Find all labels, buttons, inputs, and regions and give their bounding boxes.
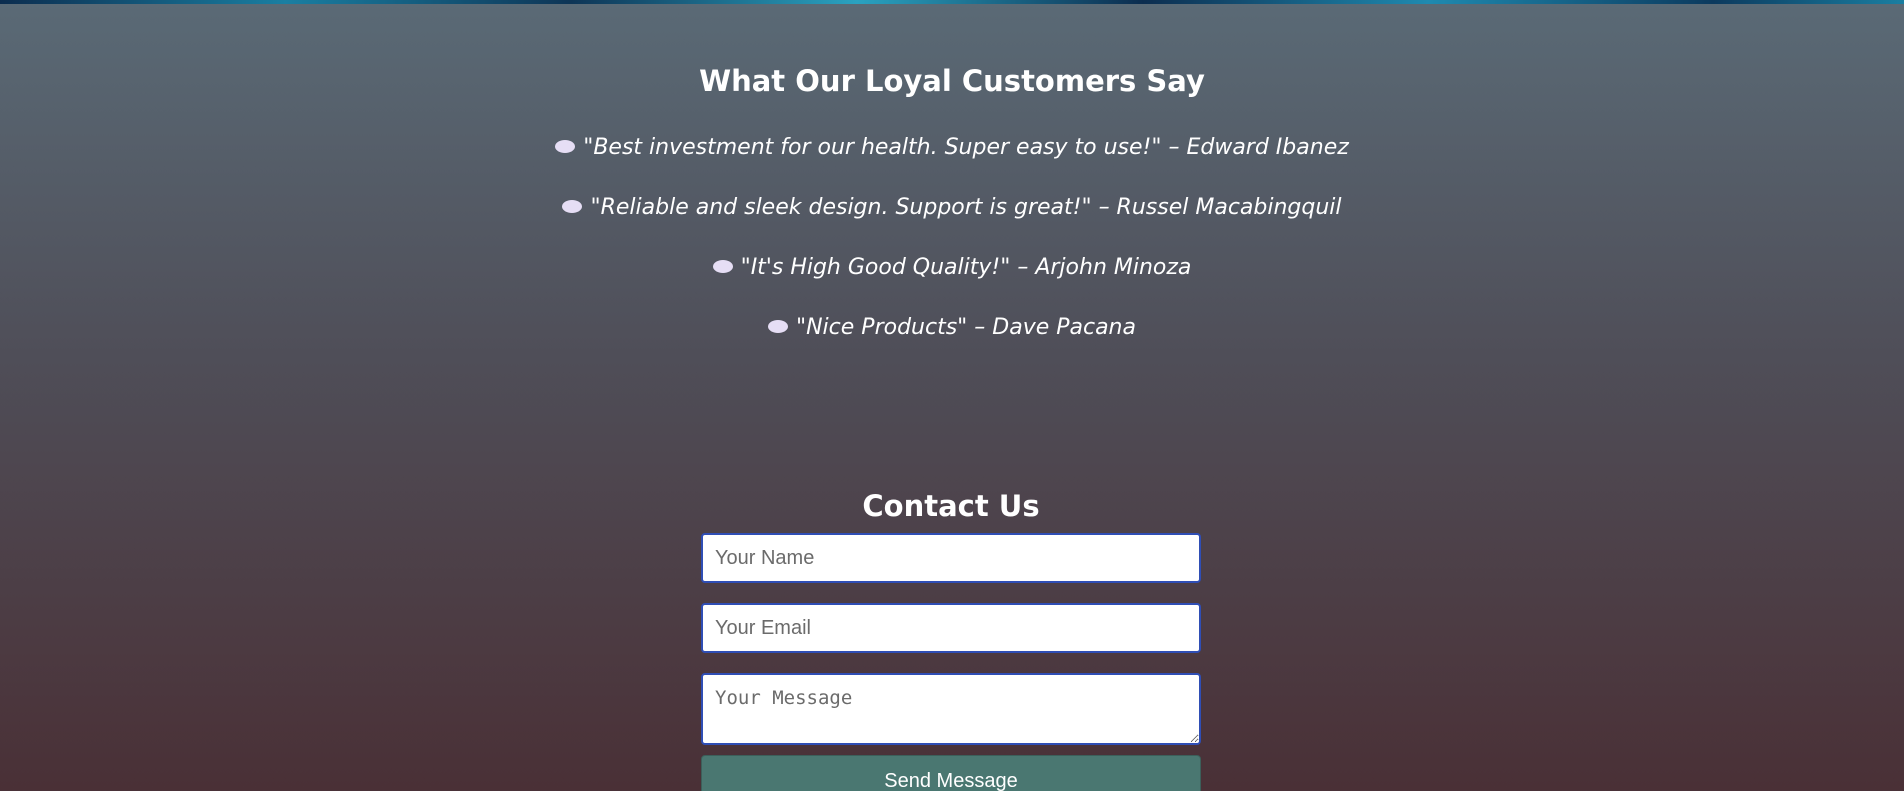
- testimonial-item: "It's High Good Quality!" – Arjohn Minoz…: [0, 238, 1904, 298]
- testimonial-item: "Reliable and sleek design. Support is g…: [0, 178, 1904, 238]
- testimonial-text: "Best investment for our health. Super e…: [583, 135, 1349, 160]
- testimonials-section: What Our Loyal Customers Say "Best inves…: [0, 58, 1904, 358]
- testimonial-text: "Reliable and sleek design. Support is g…: [590, 195, 1342, 220]
- testimonial-item: "Nice Products" – Dave Pacana: [0, 298, 1904, 358]
- speech-bubble-icon: [712, 259, 733, 273]
- message-textarea[interactable]: [701, 673, 1201, 745]
- testimonial-item: "Best investment for our health. Super e…: [0, 118, 1904, 178]
- speech-bubble-icon: [767, 319, 788, 333]
- contact-section: Contact Us Send Message: [701, 485, 1201, 791]
- contact-form: Send Message: [701, 533, 1201, 791]
- speech-bubble-icon: [562, 199, 583, 213]
- send-message-button[interactable]: Send Message: [701, 755, 1201, 791]
- testimonial-text: "Nice Products" – Dave Pacana: [795, 315, 1136, 340]
- testimonial-list: "Best investment for our health. Super e…: [0, 118, 1904, 358]
- email-input[interactable]: [701, 603, 1201, 653]
- contact-title: Contact Us: [862, 489, 1040, 523]
- testimonial-text: "It's High Good Quality!" – Arjohn Minoz…: [740, 255, 1192, 280]
- speech-bubble-icon: [555, 139, 576, 153]
- testimonials-title: What Our Loyal Customers Say: [699, 64, 1205, 98]
- header-image-strip: [0, 0, 1904, 4]
- name-input[interactable]: [701, 533, 1201, 583]
